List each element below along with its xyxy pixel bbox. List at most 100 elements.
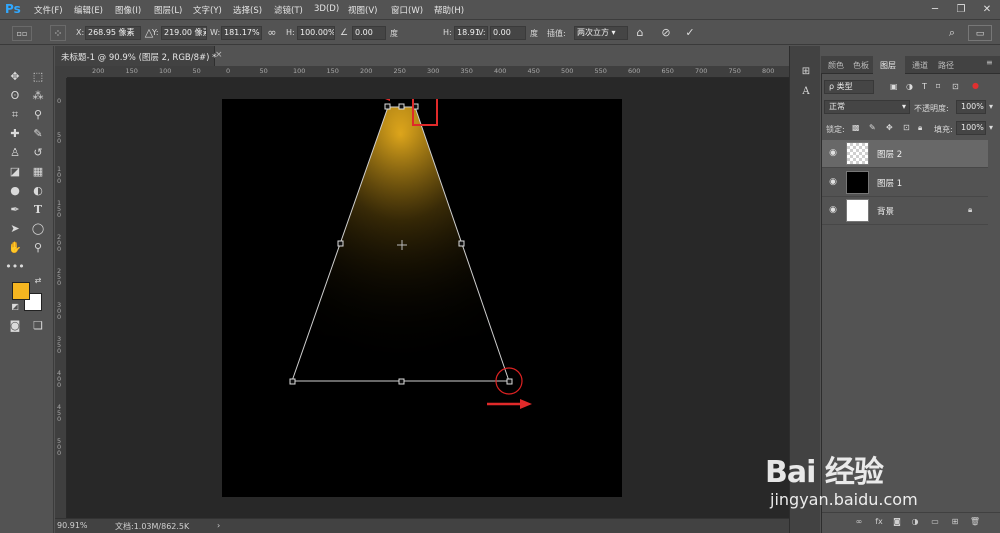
lock-artboard-icon[interactable]: ⊡ [903, 123, 910, 132]
delete-layer-icon[interactable]: 🗑︎ [968, 517, 982, 529]
history-brush-icon[interactable]: ↺ [28, 144, 48, 162]
adjustment-layer-icon[interactable]: ◑ [908, 517, 922, 529]
transform-tool-icon[interactable]: ▫▫ [12, 26, 32, 41]
panel-menu-icon[interactable]: ≡ [986, 58, 993, 67]
close-icon[interactable]: ✕ [976, 1, 998, 18]
visibility-eye-icon[interactable]: ◉ [828, 148, 838, 158]
dodge-tool-icon[interactable]: ◐ [28, 182, 48, 200]
layer-row-layer1[interactable]: ◉ 图层 1 [822, 169, 988, 197]
close-document-icon[interactable]: × [215, 50, 223, 60]
default-colors-icon[interactable]: ◩ [9, 302, 21, 312]
transform-handle-right[interactable] [458, 240, 465, 247]
menu-help[interactable]: 帮助(H) [434, 4, 464, 16]
warp-mode-icon[interactable]: ⌂ [632, 25, 648, 41]
opacity-dropdown-icon[interactable]: ▾ [989, 102, 993, 111]
cancel-transform-icon[interactable]: ⊘ [658, 25, 674, 41]
eraser-tool-icon[interactable]: ◪ [5, 163, 25, 181]
healing-brush-icon[interactable]: ✚ [5, 125, 25, 143]
quick-mask-icon[interactable]: ◙ [5, 317, 25, 335]
filter-toggle-icon[interactable]: ● [972, 81, 979, 90]
menu-edit[interactable]: 编辑(E) [74, 4, 103, 16]
interpolation-select[interactable]: 两次立方 ▾ [574, 26, 628, 40]
lock-transparent-icon[interactable]: ▩ [852, 123, 860, 132]
layer-name[interactable]: 图层 1 [877, 177, 902, 189]
menu-file[interactable]: 文件(F) [34, 4, 63, 16]
filter-pixel-icon[interactable]: ▣ [890, 82, 898, 91]
reference-point-icon[interactable]: ⁘ [50, 25, 66, 41]
lock-image-icon[interactable]: ✎ [869, 123, 876, 132]
menu-3d[interactable]: 3D(D) [314, 4, 339, 14]
opacity-field[interactable]: 100% [956, 100, 986, 114]
lock-position-icon[interactable]: ✥ [886, 123, 893, 132]
document-tab[interactable]: 未标题-1 @ 90.9% (图层 2, RGB/8#) * [55, 46, 216, 66]
transform-handle-bottom-right[interactable] [506, 378, 513, 385]
zoom-tool-icon[interactable]: ⚲ [28, 239, 48, 257]
commit-transform-icon[interactable]: ✓ [682, 25, 698, 41]
zoom-level[interactable]: 90.91% [57, 521, 88, 530]
transform-handle-top[interactable] [398, 103, 405, 110]
ellipse-tool-icon[interactable]: ◯ [28, 220, 48, 238]
tab-swatches[interactable]: 色板 [853, 60, 869, 71]
character-panel-icon[interactable]: A [798, 84, 814, 100]
type-tool-icon[interactable]: T [28, 201, 48, 219]
layer-name[interactable]: 图层 2 [877, 148, 902, 160]
history-panel-icon[interactable]: ⊞ [798, 64, 814, 80]
height-scale-field[interactable]: 100.00% [297, 26, 335, 40]
status-menu-arrow-icon[interactable]: › [217, 521, 220, 530]
vertical-ruler[interactable]: 0 50 100 150 200 250 300 350 400 450 500 [55, 78, 67, 518]
crop-tool-icon[interactable]: ⌗ [5, 106, 25, 124]
filter-shape-icon[interactable]: ⌑ [936, 82, 940, 91]
fill-dropdown-icon[interactable]: ▾ [989, 123, 993, 132]
image-canvas[interactable] [222, 99, 622, 497]
lock-icon[interactable]: 🔒︎ [968, 205, 972, 215]
link-icon[interactable]: ∞ [264, 25, 280, 41]
layer-row-layer2[interactable]: ◉ 图层 2 [822, 140, 988, 168]
foreground-color-swatch[interactable] [12, 282, 30, 300]
pen-tool-icon[interactable]: ✒ [5, 201, 25, 219]
clone-stamp-icon[interactable]: ♙ [5, 144, 25, 162]
menu-select[interactable]: 选择(S) [233, 4, 262, 16]
horizontal-ruler[interactable]: 200 150 100 50 0 50 100 150 200 250 300 350 400 450 50… [67, 66, 789, 78]
x-position-field[interactable]: 268.95 像素 [85, 26, 141, 40]
brush-tool-icon[interactable]: ✎ [28, 125, 48, 143]
magic-wand-icon[interactable]: ⁂ [28, 87, 48, 105]
filter-adjust-icon[interactable]: ◑ [906, 82, 913, 91]
tab-channels[interactable]: 通道 [912, 60, 928, 71]
eyedropper-icon[interactable]: ⚲ [28, 106, 48, 124]
workspace-icon[interactable]: ▭ [968, 25, 992, 41]
visibility-eye-icon[interactable]: ◉ [828, 177, 838, 187]
blur-tool-icon[interactable]: ● [5, 182, 25, 200]
transform-handle-top-left[interactable] [384, 103, 391, 110]
width-scale-field[interactable]: 181.17% [221, 26, 262, 40]
transform-handle-left[interactable] [337, 240, 344, 247]
fill-field[interactable]: 100% [956, 121, 986, 135]
tab-layers[interactable]: 图层 [880, 60, 896, 71]
menu-filter[interactable]: 滤镜(T) [274, 4, 303, 16]
transform-handle-bottom[interactable] [398, 378, 405, 385]
new-group-icon[interactable]: ▭ [928, 517, 942, 529]
lock-all-icon[interactable]: 🔒︎ [918, 123, 922, 133]
gradient-tool-icon[interactable]: ▦ [28, 163, 48, 181]
menu-view[interactable]: 视图(V) [348, 4, 377, 16]
visibility-eye-icon[interactable]: ◉ [828, 205, 838, 215]
menu-type[interactable]: 文字(Y) [193, 4, 222, 16]
menu-window[interactable]: 窗口(W) [391, 4, 423, 16]
rotation-angle-field[interactable]: 0.00 [352, 26, 386, 40]
vertical-skew-field[interactable]: 0.00 [490, 26, 526, 40]
layer-name[interactable]: 背景 [877, 205, 894, 217]
menu-image[interactable]: 图像(I) [115, 4, 141, 16]
layer-style-icon[interactable]: fx [872, 517, 886, 529]
add-mask-icon[interactable]: ◙ [890, 517, 904, 529]
move-tool-icon[interactable]: ✥ [5, 68, 25, 86]
link-layers-icon[interactable]: ∞ [852, 517, 866, 529]
path-selection-icon[interactable]: ➤ [5, 220, 25, 238]
restore-icon[interactable]: ❐ [950, 1, 972, 18]
hand-tool-icon[interactable]: ✋ [5, 239, 25, 257]
filter-smart-icon[interactable]: ⊡ [952, 82, 959, 91]
y-position-field[interactable]: 219.00 像素 [161, 26, 207, 40]
layer-filter-select[interactable]: ρ 类型 [824, 80, 874, 94]
swap-colors-icon[interactable]: ⇄ [32, 276, 44, 286]
tab-color[interactable]: 颜色 [828, 60, 844, 71]
menu-layer[interactable]: 图层(L) [154, 4, 182, 16]
tab-paths[interactable]: 路径 [938, 60, 954, 71]
